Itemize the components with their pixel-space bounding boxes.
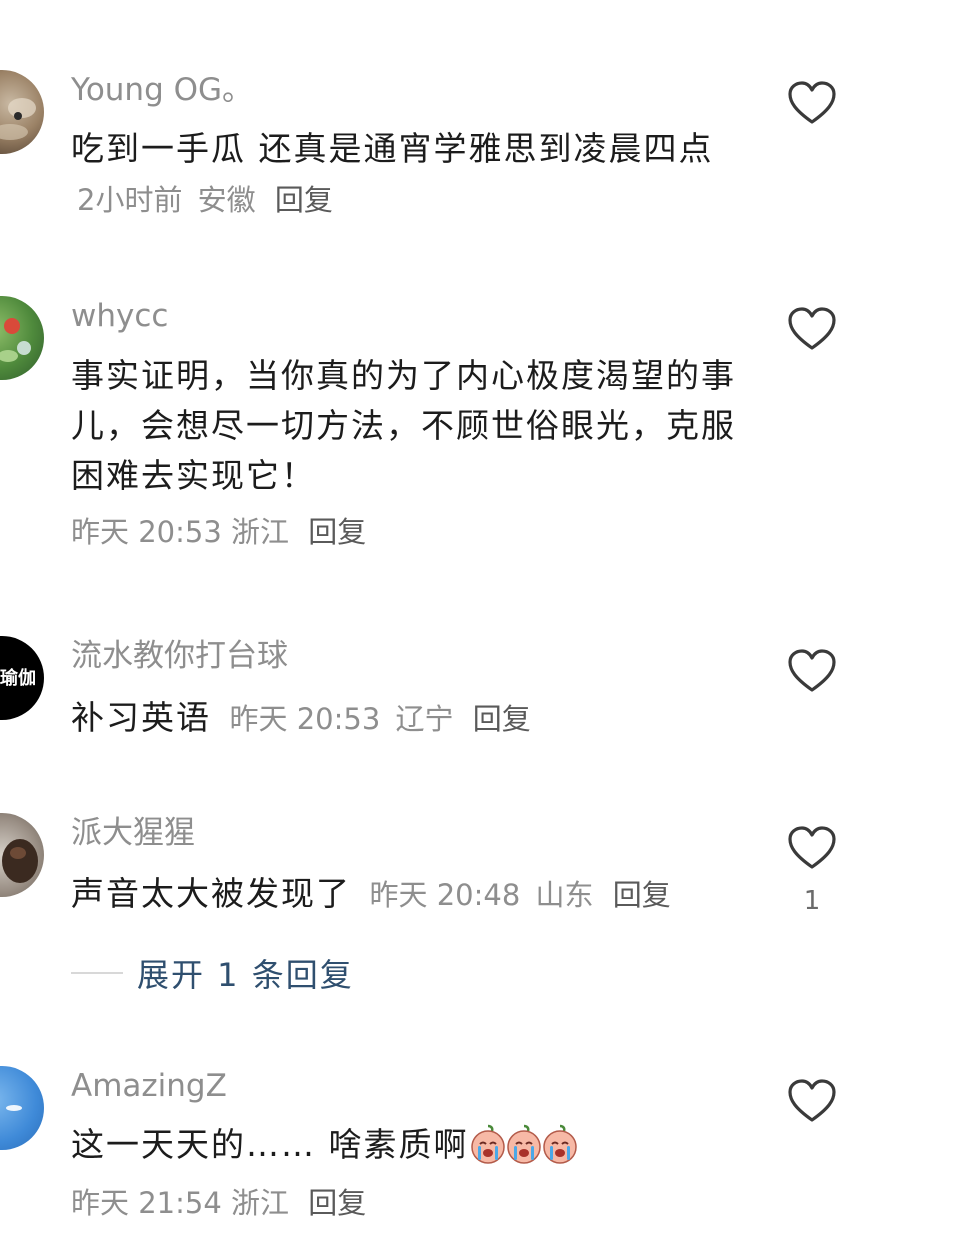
timestamp: 2小时前 bbox=[77, 183, 183, 217]
reply-button[interactable]: 回复 bbox=[308, 515, 366, 549]
avatar[interactable]: 瑜伽 bbox=[0, 636, 44, 720]
reply-button[interactable]: 回复 bbox=[275, 183, 333, 217]
comment-meta: 2小时前 安徽 回复 bbox=[71, 183, 333, 217]
avatar[interactable] bbox=[0, 70, 44, 154]
expand-replies-label: 展开 1 条回复 bbox=[137, 956, 354, 994]
comment-meta: 昨天 20:53 浙江 回复 bbox=[71, 518, 366, 547]
timestamp: 昨天 20:48 bbox=[369, 878, 521, 912]
avatar-logo-text: 瑜伽 bbox=[0, 668, 36, 689]
reply-button[interactable]: 回复 bbox=[308, 1186, 366, 1220]
location: 辽宁 bbox=[395, 702, 454, 736]
timestamp: 昨天 20:53 bbox=[71, 515, 222, 549]
avatar[interactable] bbox=[0, 813, 44, 897]
location: 安徽 bbox=[197, 183, 256, 217]
avatar[interactable] bbox=[0, 1066, 44, 1150]
avatar[interactable] bbox=[0, 296, 44, 380]
comment-meta: 昨天 21:54 浙江 回复 bbox=[71, 1189, 366, 1218]
username[interactable]: Young OG。 bbox=[71, 75, 253, 106]
location: 山东 bbox=[535, 878, 594, 912]
location: 浙江 bbox=[231, 1186, 290, 1220]
like-heart-icon[interactable] bbox=[787, 648, 837, 694]
comment-body: 声音太大被发现了 bbox=[71, 874, 351, 913]
comment-meta: 昨天 20:48 山东 回复 bbox=[364, 878, 671, 912]
comment-text: 这一天天的…… 啥素质啊 bbox=[71, 1120, 751, 1170]
username[interactable]: AmazingZ bbox=[71, 1071, 227, 1102]
reply-button[interactable]: 回复 bbox=[473, 702, 531, 736]
like-heart-icon[interactable] bbox=[787, 1078, 837, 1124]
crying-face-emoji-icon bbox=[470, 1124, 505, 1164]
comment-text: 补习英语 昨天 20:53 辽宁 回复 bbox=[71, 693, 751, 744]
crying-face-emoji-icon bbox=[542, 1124, 577, 1164]
orangutan-avatar-image bbox=[2, 839, 38, 883]
comment-meta: 昨天 20:53 辽宁 回复 bbox=[224, 702, 531, 736]
username[interactable]: whycc bbox=[71, 301, 168, 332]
location: 浙江 bbox=[231, 515, 290, 549]
like-heart-icon[interactable] bbox=[787, 306, 837, 352]
like-heart-icon[interactable] bbox=[787, 80, 837, 126]
comment-body: 这一天天的…… 啥素质啊 bbox=[71, 1125, 469, 1164]
comment-text: 吃到一手瓜 还真是通宵学雅思到凌晨四点 2小时前 安徽 回复 bbox=[71, 124, 751, 225]
crying-face-emoji-icon bbox=[506, 1124, 541, 1164]
plant-avatar-image bbox=[0, 318, 31, 362]
username[interactable]: 流水教你打台球 bbox=[71, 641, 288, 672]
timestamp: 昨天 20:53 bbox=[229, 702, 381, 736]
like-count: 1 bbox=[803, 886, 821, 916]
comment-text: 声音太大被发现了 昨天 20:48 山东 回复 bbox=[71, 869, 751, 920]
sky-avatar-image bbox=[6, 1105, 22, 1111]
like-heart-icon[interactable] bbox=[787, 825, 837, 871]
cat-avatar-image bbox=[0, 98, 36, 140]
comment-body: 事实证明，当你真的为了内心极度渴望的事儿，会想尽一切方法，不顾世俗眼光，克服困难… bbox=[71, 356, 736, 495]
comment-body: 吃到一手瓜 还真是通宵学雅思到凌晨四点 bbox=[71, 129, 714, 168]
username[interactable]: 派大猩猩 bbox=[71, 818, 195, 849]
expand-divider bbox=[71, 972, 123, 974]
comment-text: 事实证明，当你真的为了内心极度渴望的事儿，会想尽一切方法，不顾世俗眼光，克服困难… bbox=[71, 351, 751, 501]
timestamp: 昨天 21:54 bbox=[71, 1186, 222, 1220]
expand-replies-button[interactable]: 展开 1 条回复 bbox=[71, 950, 354, 996]
comment-body: 补习英语 bbox=[71, 698, 211, 737]
reply-button[interactable]: 回复 bbox=[613, 878, 671, 912]
